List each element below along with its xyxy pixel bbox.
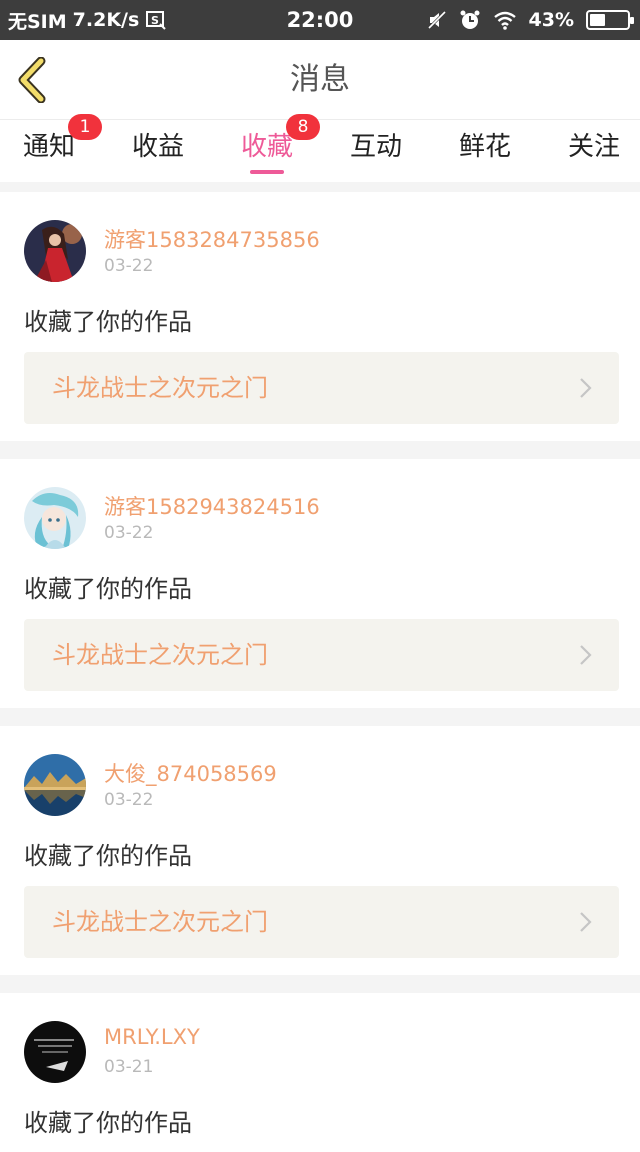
- action-text: 收藏了你的作品: [24, 842, 192, 870]
- avatar[interactable]: [24, 487, 86, 549]
- tab-interactions[interactable]: 互动: [336, 120, 416, 182]
- mute-icon: [427, 10, 447, 30]
- tab-earnings[interactable]: 收益: [118, 120, 198, 182]
- work-link[interactable]: 斗龙战士之次元之门: [24, 352, 619, 424]
- username-link[interactable]: 大俊_874058569: [104, 758, 277, 788]
- list-item: 大俊_874058569 03-22 收藏了你的作品 斗龙战士之次元之门: [0, 726, 640, 975]
- page-title: 消息: [290, 62, 350, 97]
- status-bar-left: 无SIM 7.2K/s S: [8, 0, 167, 40]
- favorites-badge: 8: [286, 114, 320, 140]
- status-bar-right: 43%: [427, 0, 634, 40]
- tab-label: 收益: [131, 132, 184, 162]
- tab-label: 关注: [567, 132, 620, 162]
- status-bar: 无SIM 7.2K/s S 22:00 43%: [0, 0, 640, 40]
- tab-label: 通知: [22, 132, 75, 162]
- item-date: 03-22: [104, 523, 154, 543]
- list-item: 游客1583284735856 03-22 收藏了你的作品 斗龙战士之次元之门: [0, 192, 640, 441]
- battery-icon: [586, 10, 634, 30]
- avatar[interactable]: [24, 220, 86, 282]
- chevron-right-icon: [580, 645, 592, 665]
- carrier-label: 无SIM: [8, 10, 67, 33]
- screenshot-icon: S: [145, 9, 167, 31]
- battery-percent: 43%: [528, 9, 574, 31]
- work-title: 斗龙战士之次元之门: [52, 908, 268, 936]
- tab-favorites[interactable]: 收藏 8: [227, 114, 320, 182]
- avatar[interactable]: [24, 754, 86, 816]
- action-text: 收藏了你的作品: [24, 575, 192, 603]
- work-title: 斗龙战士之次元之门: [52, 374, 268, 402]
- action-text: 收藏了你的作品: [24, 308, 192, 336]
- tab-follows[interactable]: 关注: [554, 120, 634, 182]
- username-link[interactable]: 游客1582943824516: [104, 491, 320, 521]
- network-speed: 7.2K/s: [72, 9, 140, 31]
- svg-text:S: S: [151, 14, 159, 27]
- notification-badge: 1: [68, 114, 102, 140]
- username-link[interactable]: MRLY.LXY: [104, 1025, 200, 1049]
- tab-notifications[interactable]: 通知 1: [9, 114, 102, 182]
- tab-label: 鲜花: [458, 132, 511, 162]
- wifi-icon: [493, 10, 517, 30]
- top-app-bar: 消息: [0, 40, 640, 120]
- work-link[interactable]: 斗龙战士之次元之门: [24, 886, 619, 958]
- battery-level-fill: [590, 14, 605, 26]
- alarm-icon: [459, 9, 481, 31]
- chevron-right-icon: [580, 378, 592, 398]
- list-item: 游客1582943824516 03-22 收藏了你的作品 斗龙战士之次元之门: [0, 459, 640, 708]
- item-date: 03-22: [104, 256, 154, 276]
- work-title: 斗龙战士之次元之门: [52, 641, 268, 669]
- item-date: 03-22: [104, 790, 154, 810]
- avatar[interactable]: [24, 1021, 86, 1083]
- tab-flowers[interactable]: 鲜花: [445, 120, 525, 182]
- action-text: 收藏了你的作品: [24, 1109, 192, 1137]
- list-item: MRLY.LXY 03-21 收藏了你的作品: [0, 993, 640, 1152]
- tab-label: 收藏: [240, 132, 293, 162]
- item-date: 03-21: [104, 1057, 154, 1077]
- work-link[interactable]: 斗龙战士之次元之门: [24, 619, 619, 691]
- tab-label: 互动: [349, 132, 402, 162]
- message-tabs: 通知 1 收益 收藏 8 互动 鲜花 关注: [0, 114, 640, 182]
- active-tab-indicator: [250, 170, 284, 174]
- username-link[interactable]: 游客1583284735856: [104, 224, 320, 254]
- chevron-right-icon: [580, 912, 592, 932]
